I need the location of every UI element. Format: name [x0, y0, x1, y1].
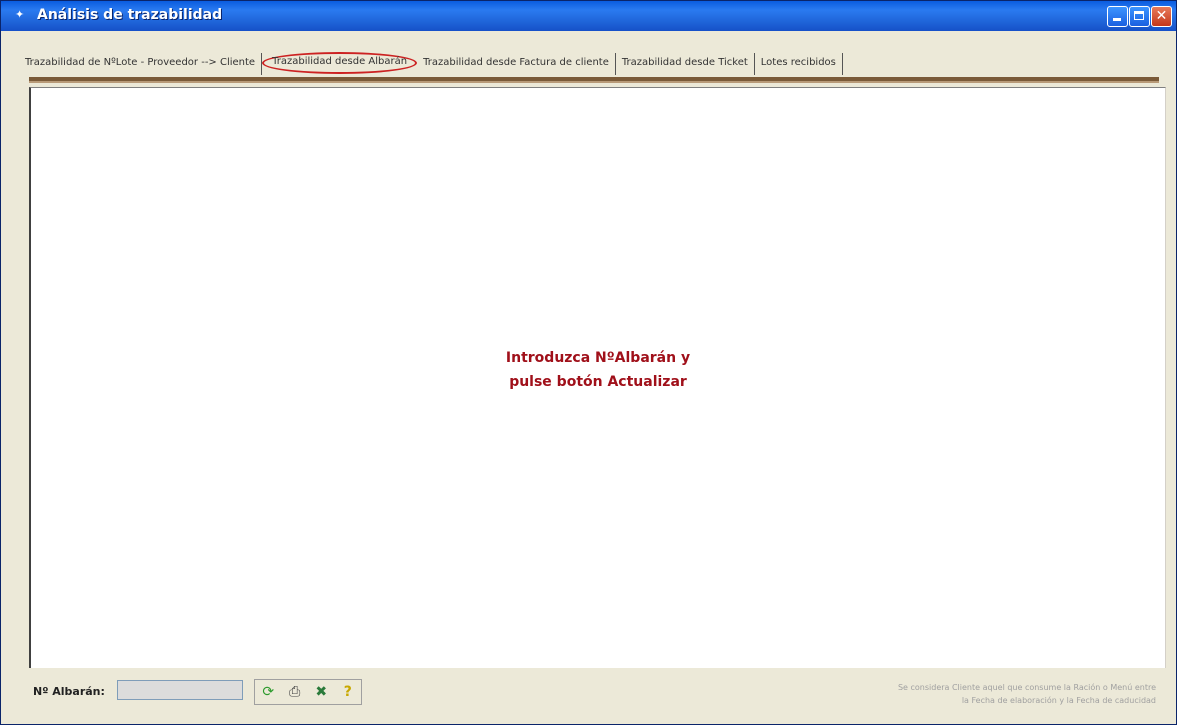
print-icon[interactable]: ⎙ — [285, 682, 305, 702]
help-icon[interactable]: ? — [338, 682, 358, 702]
tab-lotes-recibidos[interactable]: Lotes recibidos — [755, 53, 843, 75]
instruction-line-2: pulse botón Actualizar — [509, 374, 687, 390]
instruction-line-1: Introduzca NºAlbarán y — [505, 350, 691, 366]
title-bar[interactable]: ✦ Análisis de trazabilidad ✕ — [1, 1, 1176, 31]
app-icon: ✦ — [15, 8, 25, 21]
tab-albaran[interactable]: Trazabilidad desde Albarán — [262, 52, 418, 74]
client-note-line-2: la Fecha de elaboración y la Fecha de ca… — [961, 696, 1156, 705]
minimize-button[interactable] — [1107, 6, 1128, 27]
excel-icon[interactable]: ✖ — [311, 682, 331, 702]
client-note-line-1: Se considera Cliente aquel que consume l… — [897, 683, 1156, 692]
albaran-label: Nº Albarán: — [33, 685, 105, 698]
window-title: Análisis de trazabilidad — [37, 7, 223, 23]
tab-factura-cliente[interactable]: Trazabilidad desde Factura de cliente — [417, 53, 616, 75]
close-icon: ✕ — [1155, 8, 1168, 24]
maximize-button[interactable] — [1129, 6, 1150, 27]
tab-strip: Trazabilidad de NºLote - Proveedor --> C… — [19, 52, 843, 75]
tab-divider-shadow — [29, 81, 1159, 83]
main-window: ✦ Análisis de trazabilidad ✕ Trazabilida… — [0, 0, 1177, 725]
close-button[interactable]: ✕ — [1151, 6, 1172, 27]
albaran-input[interactable] — [117, 680, 243, 700]
client-note: Se considera Cliente aquel que consume l… — [736, 681, 1156, 707]
tab-ticket[interactable]: Trazabilidad desde Ticket — [616, 53, 755, 75]
toolbar: ⟳ ⎙ ✖ ? — [254, 679, 362, 705]
refresh-icon[interactable]: ⟳ — [258, 682, 278, 702]
tab-lote-proveedor-cliente[interactable]: Trazabilidad de NºLote - Proveedor --> C… — [19, 53, 263, 75]
content-panel: Introduzca NºAlbarán y pulse botón Actua… — [29, 87, 1166, 668]
instruction-message: Introduzca NºAlbarán y pulse botón Actua… — [31, 346, 1165, 394]
